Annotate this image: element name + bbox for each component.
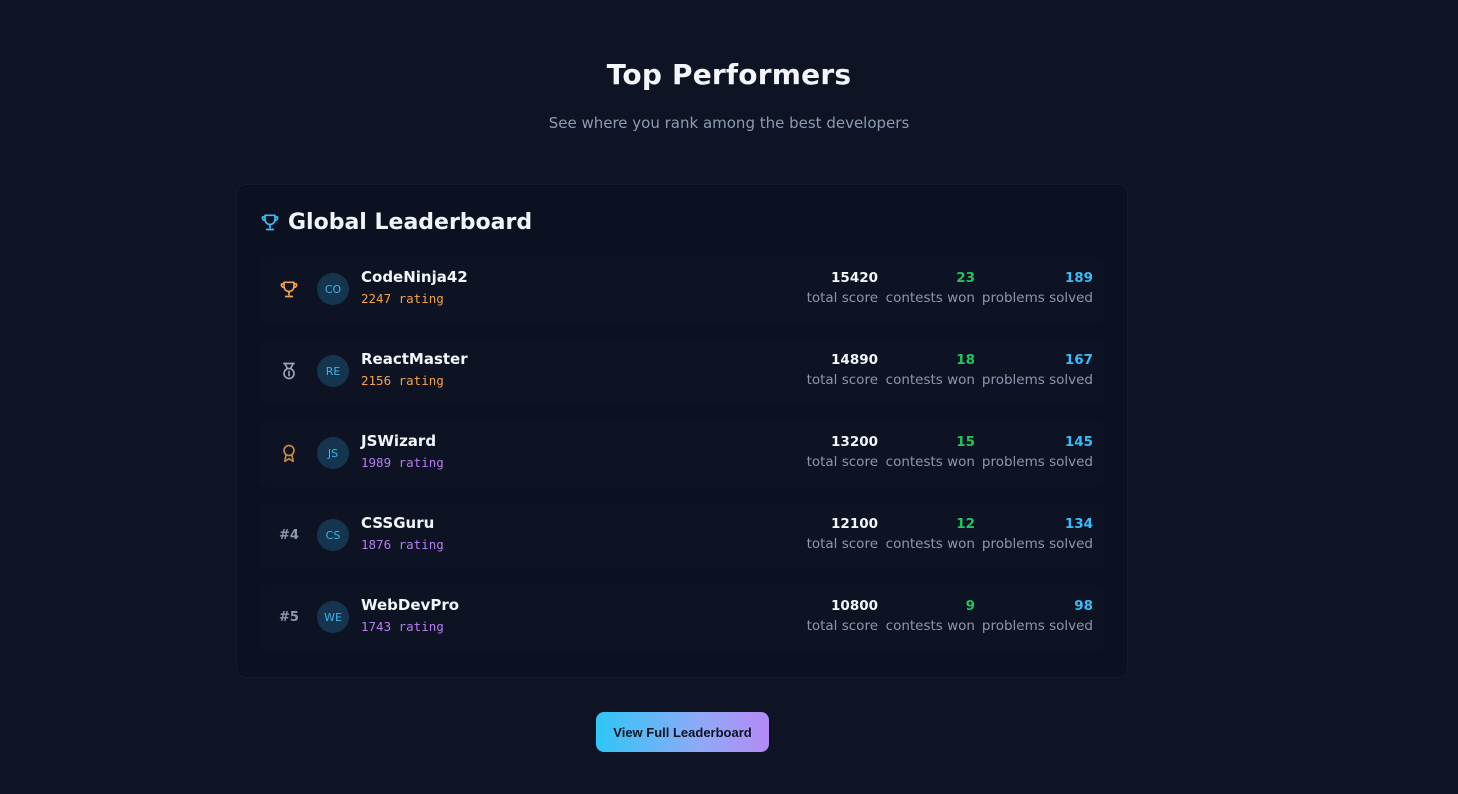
award-icon bbox=[277, 441, 301, 465]
contests-won-stat: 18 contests won bbox=[886, 351, 975, 390]
total-score-value: 14890 bbox=[831, 352, 878, 368]
problems-solved-stat: 98 problems solved bbox=[982, 597, 1093, 636]
username[interactable]: CodeNinja42 bbox=[361, 268, 468, 286]
problems-solved-stat: 134 problems solved bbox=[982, 515, 1093, 554]
problems-solved-label: problems solved bbox=[981, 290, 1093, 306]
rating: 1876 rating bbox=[361, 537, 444, 552]
problems-solved-label: problems solved bbox=[981, 618, 1093, 634]
leaderboard-row[interactable]: #5 WE WebDevPro 1743 rating 10800 total score… bbox=[259, 585, 1105, 651]
problems-solved-value: 98 bbox=[1074, 598, 1093, 614]
rating: 1989 rating bbox=[361, 455, 444, 470]
total-score-stat: 12100 total score bbox=[807, 515, 878, 554]
problems-solved-label: problems solved bbox=[981, 372, 1093, 388]
contests-won-value: 15 bbox=[956, 434, 975, 450]
leaderboard-card: Global Leaderboard CO CodeNinja42 2247 rat… bbox=[236, 184, 1128, 678]
total-score-stat: 15420 total score bbox=[807, 269, 878, 308]
total-score-value: 12100 bbox=[831, 516, 878, 532]
contests-won-label: contests won bbox=[885, 372, 975, 388]
total-score-value: 13200 bbox=[831, 434, 878, 450]
problems-solved-label: problems solved bbox=[981, 536, 1093, 552]
contests-won-value: 12 bbox=[956, 516, 975, 532]
leaderboard-row[interactable]: #4 CS CSSGuru 1876 rating 12100 total score 12… bbox=[259, 503, 1105, 569]
avatar: CO bbox=[317, 273, 349, 305]
contests-won-label: contests won bbox=[885, 618, 975, 634]
trophy-icon bbox=[277, 277, 301, 301]
problems-solved-stat: 189 problems solved bbox=[982, 269, 1093, 308]
problems-solved-stat: 167 problems solved bbox=[982, 351, 1093, 390]
username[interactable]: JSWizard bbox=[361, 432, 436, 450]
medal-icon bbox=[277, 359, 301, 383]
avatar: WE bbox=[317, 601, 349, 633]
total-score-label: total score bbox=[806, 618, 878, 634]
page: Top Performers See where you rank among … bbox=[0, 0, 1458, 794]
problems-solved-value: 167 bbox=[1064, 352, 1093, 368]
contests-won-value: 18 bbox=[956, 352, 975, 368]
leaderboard-header: Global Leaderboard bbox=[260, 207, 532, 237]
total-score-label: total score bbox=[806, 372, 878, 388]
total-score-label: total score bbox=[806, 290, 878, 306]
avatar: JS bbox=[317, 437, 349, 469]
contests-won-label: contests won bbox=[885, 290, 975, 306]
contests-won-value: 23 bbox=[956, 270, 975, 286]
total-score-value: 10800 bbox=[831, 598, 878, 614]
rank-number: #5 bbox=[279, 609, 299, 625]
contests-won-stat: 9 contests won bbox=[886, 597, 975, 636]
contests-won-stat: 15 contests won bbox=[886, 433, 975, 472]
total-score-value: 15420 bbox=[831, 270, 878, 286]
contests-won-label: contests won bbox=[885, 454, 975, 470]
contests-won-label: contests won bbox=[885, 536, 975, 552]
leaderboard-title: Global Leaderboard bbox=[288, 209, 533, 235]
username[interactable]: CSSGuru bbox=[361, 514, 434, 532]
avatar: CS bbox=[317, 519, 349, 551]
problems-solved-value: 134 bbox=[1064, 516, 1093, 532]
contests-won-stat: 23 contests won bbox=[886, 269, 975, 308]
username[interactable]: ReactMaster bbox=[361, 350, 468, 368]
contests-won-value: 9 bbox=[965, 598, 975, 614]
page-title: Top Performers bbox=[606, 58, 852, 91]
problems-solved-value: 145 bbox=[1064, 434, 1093, 450]
avatar: RE bbox=[317, 355, 349, 387]
page-subtitle: See where you rank among the best develo… bbox=[548, 114, 910, 132]
problems-solved-value: 189 bbox=[1064, 270, 1093, 286]
total-score-stat: 13200 total score bbox=[807, 433, 878, 472]
view-full-leaderboard-button[interactable]: View Full Leaderboard bbox=[596, 712, 769, 752]
leaderboard-row[interactable]: CO CodeNinja42 2247 rating 15420 total score… bbox=[259, 257, 1105, 323]
rank-number: #4 bbox=[279, 527, 299, 543]
total-score-stat: 14890 total score bbox=[807, 351, 878, 390]
username[interactable]: WebDevPro bbox=[361, 596, 459, 614]
problems-solved-label: problems solved bbox=[981, 454, 1093, 470]
problems-solved-stat: 145 problems solved bbox=[982, 433, 1093, 472]
total-score-label: total score bbox=[806, 454, 878, 470]
rating: 1743 rating bbox=[361, 619, 444, 634]
total-score-label: total score bbox=[806, 536, 878, 552]
trophy-icon bbox=[260, 212, 280, 232]
rating: 2156 rating bbox=[361, 373, 444, 388]
contests-won-stat: 12 contests won bbox=[886, 515, 975, 554]
rating: 2247 rating bbox=[361, 291, 444, 306]
leaderboard-row[interactable]: RE ReactMaster 2156 rating 14890 total score… bbox=[259, 339, 1105, 405]
leaderboard-row[interactable]: JS JSWizard 1989 rating 13200 total score 15 c… bbox=[259, 421, 1105, 487]
total-score-stat: 10800 total score bbox=[807, 597, 878, 636]
